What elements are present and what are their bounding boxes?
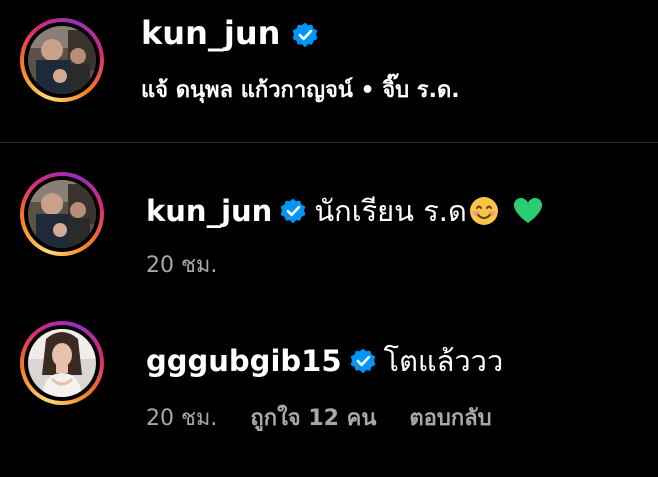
comment-text: โตแล้ววว: [383, 344, 504, 378]
comment-username[interactable]: gggubgib15: [146, 344, 342, 378]
avatar: [28, 26, 96, 94]
verified-badge-icon: [280, 198, 306, 224]
comment-meta: 20 ชม. ถูกใจ 12 คน ตอบกลับ: [146, 400, 518, 435]
avatar: [28, 329, 96, 397]
avatar: [28, 180, 96, 248]
comment-text: นักเรียน ร.ด: [314, 194, 467, 228]
verified-badge-icon: [350, 348, 375, 374]
header-username[interactable]: kun_jun: [141, 14, 318, 52]
comment-meta: 20 ชม.: [146, 247, 243, 282]
verified-badge-icon: [292, 22, 317, 48]
smiling-face-emoji: [469, 197, 498, 225]
comment-time: 20 ชม.: [146, 406, 218, 431]
header-avatar-ring[interactable]: [20, 18, 104, 102]
comment-row: kun_jun นักเรียน ร.ด: [146, 188, 543, 234]
divider: [0, 142, 658, 143]
header-subtitle: แจ้ ดนุพล แก้วกาญจน์ • จิ๊บ ร.ด.: [141, 78, 460, 103]
comment-username[interactable]: kun_jun: [146, 194, 272, 228]
reply-button[interactable]: ตอบกลับ: [409, 406, 491, 431]
comment-row: gggubgib15 โตแล้ววว: [146, 338, 503, 384]
comment-avatar-ring[interactable]: [20, 321, 104, 405]
comment-time: 20 ชม.: [146, 253, 218, 278]
green-heart-emoji: [513, 198, 542, 223]
comment-avatar-ring[interactable]: [20, 172, 104, 256]
likes-count-link[interactable]: ถูกใจ 12 คน: [250, 406, 376, 431]
